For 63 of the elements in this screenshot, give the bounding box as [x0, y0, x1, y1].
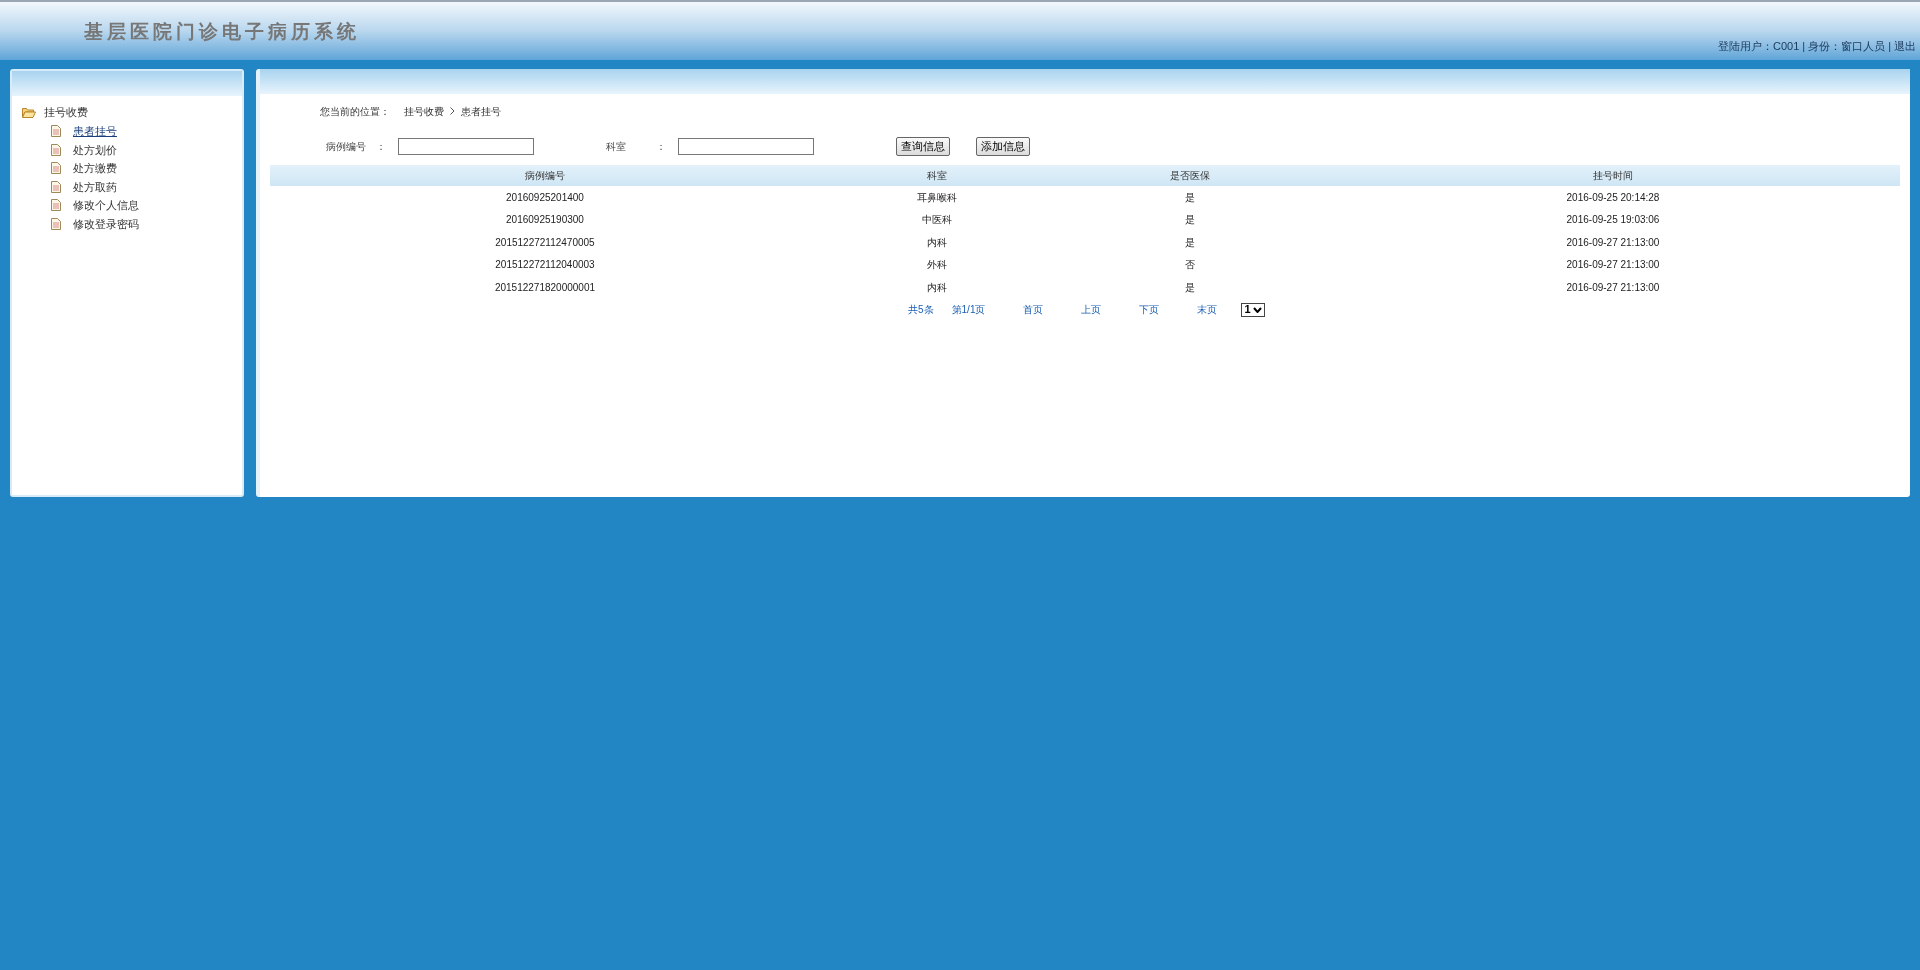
tree-item-link[interactable]: 修改个人信息: [73, 197, 139, 214]
tree-item-link[interactable]: 处方缴费: [73, 160, 117, 177]
tree-item-link[interactable]: 患者挂号: [73, 123, 117, 140]
action-button[interactable]: 查询信息: [896, 136, 950, 156]
pagination-link[interactable]: 下页: [1139, 302, 1160, 317]
field-label: 科室: [606, 139, 627, 154]
pagination-link[interactable]: 上页: [1081, 302, 1102, 317]
table-cell-text: 中医科: [921, 213, 953, 228]
table-cell-text: 内科: [926, 235, 948, 250]
table-cell-text: 201512272112040003: [494, 258, 596, 273]
document-icon: [51, 162, 61, 175]
tree-item-link[interactable]: 处方取药: [73, 178, 117, 195]
text-input-field[interactable]: [398, 137, 534, 155]
table-cell-text: 2016-09-25 19:03:06: [1565, 213, 1661, 228]
system-title: 基层医院门诊电子病历系统: [84, 19, 360, 44]
tree-item-link[interactable]: 处方划价: [73, 141, 117, 158]
field-colon: ：: [376, 139, 387, 154]
table-cell-text: 201512271820000001: [493, 280, 597, 295]
record-count-text: 共5条: [908, 303, 934, 317]
document-icon: [51, 199, 61, 212]
table-cell-text: 201512272112470005: [494, 235, 596, 250]
table-cell-text: 20160925201400: [505, 190, 585, 205]
login-user-text: 登陆用户：C001: [1718, 38, 1800, 54]
document-icon: [51, 217, 61, 230]
table-cell-text: 2016-09-27 21:13:00: [1565, 235, 1661, 250]
pagination-link[interactable]: 末页: [1197, 302, 1218, 317]
table-cell-text: 是: [1184, 235, 1196, 250]
column-header: 是否医保: [1169, 169, 1211, 183]
logout-link[interactable]: 退出: [1894, 37, 1916, 54]
table-cell-text: 否: [1184, 258, 1196, 273]
table-cell-text: 外科: [926, 258, 948, 273]
page-count-text: 第1/1页: [951, 303, 986, 317]
pagination-link[interactable]: 首页: [1023, 302, 1044, 317]
table-cell-text: 是: [1184, 280, 1196, 295]
separator-text: |: [1888, 38, 1891, 54]
table-cell-text: 20160925190300: [505, 213, 585, 228]
breadcrumb-item: 挂号收费: [404, 104, 444, 119]
column-header: 挂号时间: [1592, 169, 1634, 183]
table-cell-text: 2016-09-25 20:14:28: [1565, 190, 1661, 205]
table-cell-text: 是: [1184, 213, 1196, 228]
column-header: 科室: [926, 169, 948, 183]
table-cell-text: 2016-09-27 21:13:00: [1565, 280, 1661, 295]
tree-item-link[interactable]: 修改登录密码: [73, 215, 139, 232]
document-icon: [51, 143, 61, 156]
text-input-field[interactable]: [678, 137, 814, 155]
action-button[interactable]: 添加信息: [976, 136, 1030, 156]
breadcrumb-item: 患者挂号: [461, 104, 501, 119]
column-header: 病例编号: [524, 169, 566, 183]
table-cell-text: 耳鼻喉科: [916, 190, 958, 205]
breadcrumb-prefix: 您当前的位置：: [320, 104, 390, 119]
tree-group-label[interactable]: 挂号收费: [44, 103, 88, 121]
role-text: 身份：窗口人员: [1808, 38, 1886, 54]
page-select-value: 1: [1244, 302, 1251, 318]
table-cell-text: 内科: [926, 280, 948, 295]
table-cell-text: 是: [1184, 190, 1196, 205]
separator-text: |: [1802, 38, 1806, 54]
page-select[interactable]: 1: [1241, 302, 1265, 317]
field-colon: ：: [656, 139, 667, 154]
field-label: 病例编号: [326, 139, 367, 154]
document-icon: [51, 125, 61, 138]
document-icon: [51, 180, 61, 193]
table-cell-text: 2016-09-27 21:13:00: [1565, 258, 1661, 273]
chevron-icon: [450, 107, 455, 115]
